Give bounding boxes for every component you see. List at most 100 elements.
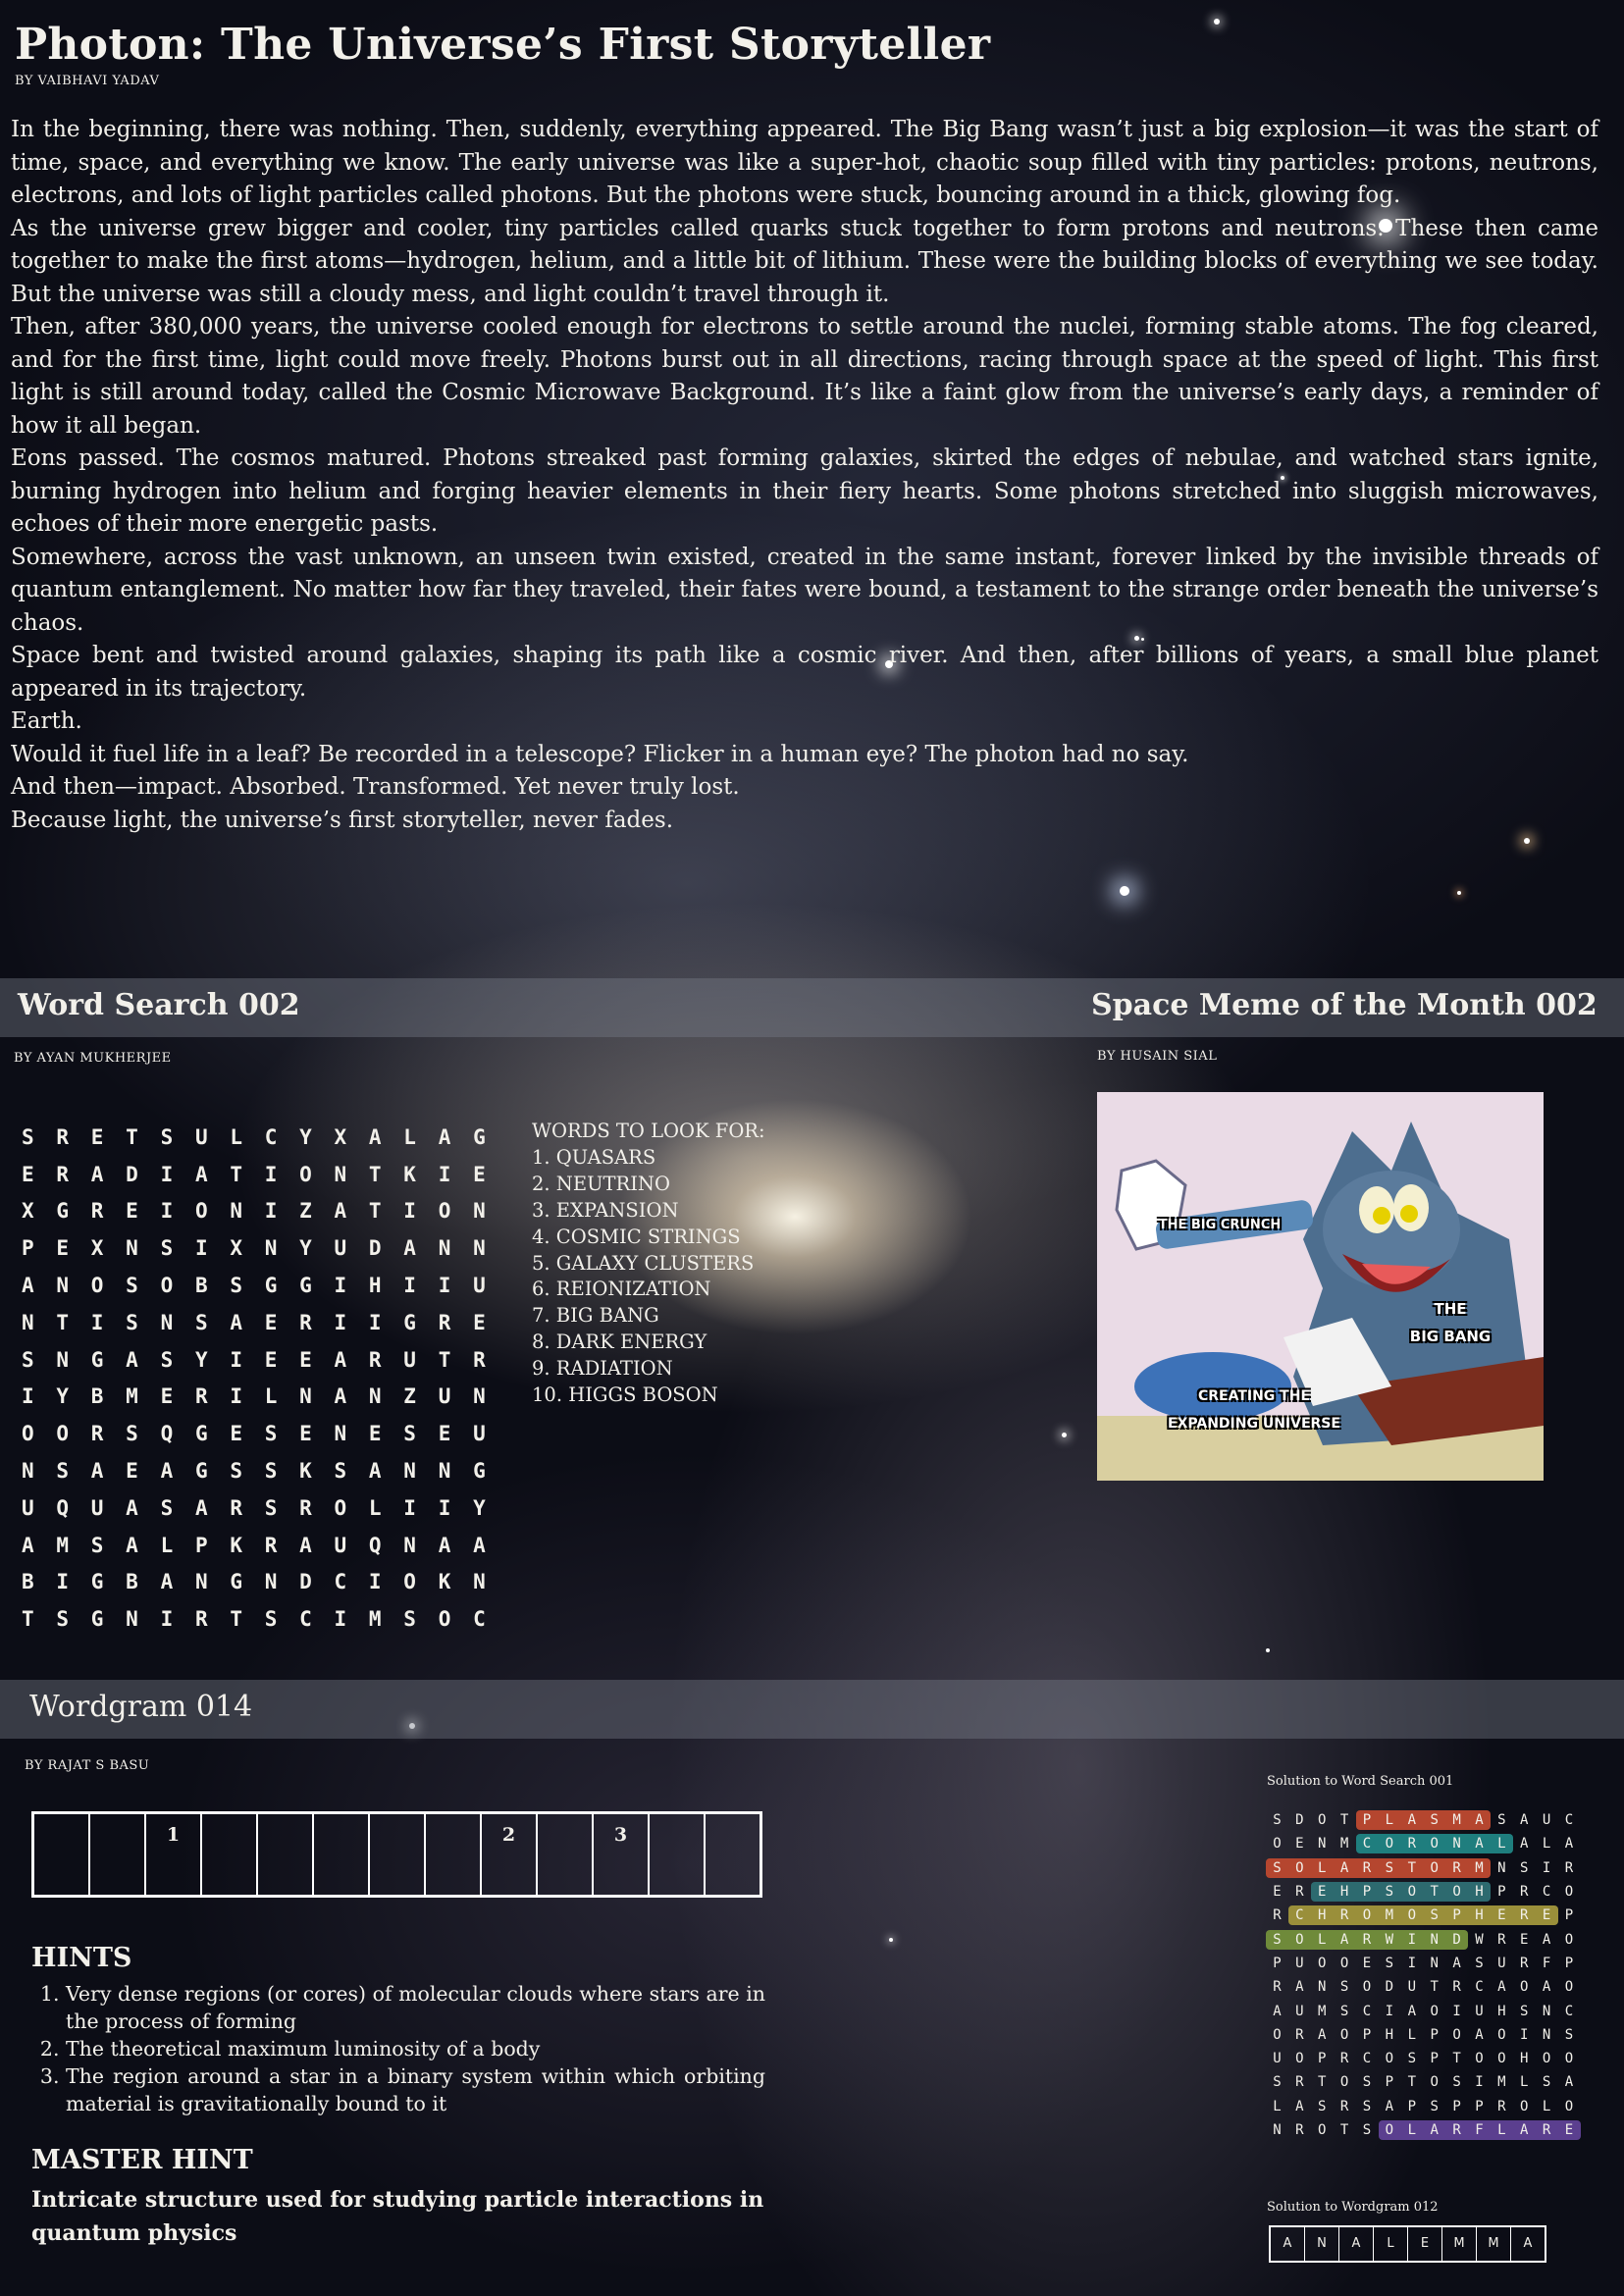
solution-grid-letter: E: [1497, 1907, 1506, 1924]
grid-letter: S: [160, 1124, 174, 1149]
solution-grid-letter: C: [1362, 2051, 1372, 2067]
solution-grid-row: RCHROMOSPHEREP: [1266, 1904, 1603, 1927]
solution-grid-row: OENMCORONALALA: [1266, 1832, 1603, 1855]
solution-grid-letter: S: [1273, 1931, 1282, 1948]
solution-grid-letter: S: [1273, 2074, 1282, 2091]
grid-letter: G: [264, 1274, 278, 1298]
solution-grid-letter: T: [1339, 1812, 1349, 1829]
solution-grid-letter: L: [1542, 2098, 1551, 2114]
word-list: WORDS TO LOOK FOR: 1. QUASARS 2. NEUTRIN…: [532, 1119, 765, 1409]
grid-letter: G: [473, 1124, 486, 1149]
grid-letter: S: [22, 1347, 34, 1372]
grid-letter: N: [126, 1607, 138, 1632]
wordgram-box[interactable]: [538, 1814, 594, 1895]
grid-letter: N: [438, 1236, 451, 1261]
solution-grid-letter: A: [1339, 1859, 1349, 1876]
grid-letter: S: [160, 1347, 174, 1372]
solution-grid-letter: O: [1452, 1884, 1461, 1901]
word-list-item: 10. HIGGS BOSON: [532, 1383, 718, 1407]
grid-letter: E: [368, 1422, 382, 1446]
solution-grid-letter: S: [1273, 1812, 1282, 1829]
solution-grid-letter: P: [1385, 2074, 1394, 2091]
grid-letter: I: [160, 1199, 174, 1224]
grid-letter: T: [368, 1199, 382, 1224]
grid-row: SRETSULCYXALAG: [22, 1119, 507, 1156]
solution-grid-letter: T: [1452, 2051, 1461, 2067]
solution-grid-letter: R: [1295, 2074, 1304, 2091]
wordgram-box[interactable]: [314, 1814, 370, 1895]
grid-letter: N: [473, 1199, 486, 1224]
solution-grid-row: PUOOESINASURFP: [1266, 1952, 1603, 1975]
wordgram-box[interactable]: [258, 1814, 314, 1895]
solution-grid-letter: H: [1318, 1907, 1327, 1924]
article-body: In the beginning, there was nothing. The…: [11, 114, 1598, 837]
wordgram-box[interactable]: 2: [482, 1814, 538, 1895]
grid-letter: I: [90, 1310, 104, 1334]
grid-letter: N: [334, 1422, 347, 1446]
meme-label-crunch: THE BIG CRUNCH: [1158, 1218, 1282, 1232]
grid-letter: G: [194, 1459, 208, 1484]
grid-letter: O: [22, 1422, 34, 1446]
solution-grid-letter: C: [1564, 2003, 1574, 2019]
grid-letter: R: [230, 1495, 242, 1520]
grid-letter: G: [473, 1459, 486, 1484]
grid-letter: A: [194, 1162, 208, 1186]
hints-title: HINTS: [31, 1943, 132, 1973]
solution-wordgram-letter: M: [1477, 2227, 1511, 2261]
word-list-item: 3. EXPANSION: [532, 1198, 679, 1222]
solution-grid-letter: A: [1542, 1931, 1551, 1948]
grid-letter: S: [264, 1495, 278, 1520]
grid-letter: G: [403, 1310, 416, 1334]
solution-grid-letter: O: [1295, 2051, 1304, 2067]
grid-letter: T: [56, 1310, 70, 1334]
word-search-title: Word Search 002: [18, 988, 300, 1022]
solution-grid-letter: L: [1497, 2122, 1506, 2138]
solution-grid-letter: A: [1520, 1836, 1529, 1852]
solution-grid-letter: P: [1452, 2098, 1461, 2114]
wordgram-box[interactable]: 1: [146, 1814, 202, 1895]
grid-letter: G: [56, 1199, 70, 1224]
solution-grid-letter: A: [1407, 2003, 1416, 2019]
wordgram-box[interactable]: [650, 1814, 706, 1895]
wordgram-box[interactable]: [706, 1814, 760, 1895]
grid-letter: Y: [473, 1495, 486, 1520]
grid-row: NSAEAGSSKSANNG: [22, 1452, 507, 1489]
solution-grid-letter: U: [1273, 2051, 1282, 2067]
wordgram-box[interactable]: [426, 1814, 482, 1895]
grid-letter: S: [126, 1310, 138, 1334]
grid-letter: N: [160, 1310, 174, 1334]
article-paragraph: As the universe grew bigger and cooler, …: [11, 215, 1598, 307]
grid-letter: N: [299, 1384, 312, 1409]
grid-letter: Y: [299, 1236, 312, 1261]
grid-letter: O: [438, 1199, 451, 1224]
grid-letter: X: [90, 1236, 104, 1261]
grid-letter: R: [56, 1124, 70, 1149]
word-list-item: 7. BIG BANG: [532, 1304, 659, 1328]
solution-grid-letter: L: [1318, 1859, 1327, 1876]
grid-letter: N: [22, 1310, 34, 1334]
grid-letter: K: [230, 1533, 242, 1557]
wordgram-box[interactable]: [34, 1814, 90, 1895]
solution-grid-letter: E: [1520, 1931, 1529, 1948]
grid-row: PEXNSIXNYUDANN: [22, 1229, 507, 1267]
solution-grid-letter: L: [1542, 1836, 1551, 1852]
grid-letter: I: [264, 1162, 278, 1186]
solution-grid-letter: P: [1475, 2098, 1484, 2114]
grid-letter: S: [160, 1495, 174, 1520]
solution-grid-letter: M: [1452, 1812, 1461, 1829]
grid-letter: I: [438, 1495, 451, 1520]
wordgram-box[interactable]: [202, 1814, 258, 1895]
solution-grid-letter: O: [1407, 1884, 1416, 1901]
grid-letter: I: [264, 1199, 278, 1224]
wordgram-box[interactable]: [90, 1814, 146, 1895]
solution-grid-letter: S: [1339, 1979, 1349, 1996]
solution-grid-letter: T: [1339, 2122, 1349, 2138]
meme-title: Space Meme of the Month 002: [1091, 988, 1598, 1022]
grid-letter: N: [264, 1236, 278, 1261]
solution-grid-letter: A: [1475, 1836, 1484, 1852]
solution-grid-letter: O: [1497, 2051, 1506, 2067]
wordgram-box[interactable]: [370, 1814, 426, 1895]
wordgram-box[interactable]: 3: [594, 1814, 650, 1895]
solution-grid-letter: H: [1475, 1884, 1484, 1901]
article-paragraph: Earth.: [11, 708, 82, 734]
